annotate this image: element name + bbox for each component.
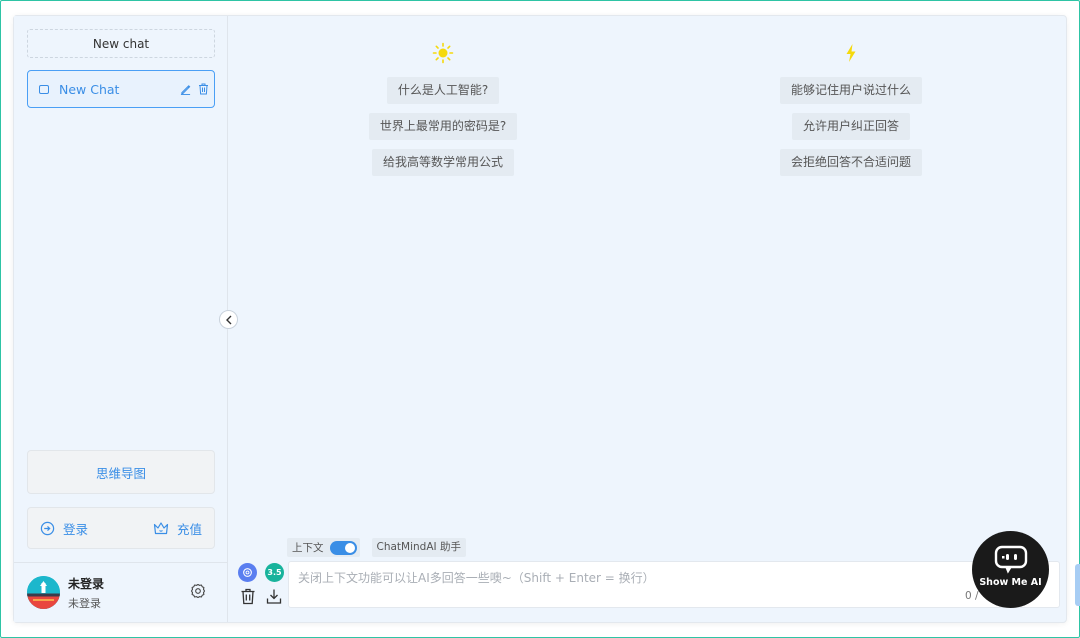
chat-icon [39,84,49,94]
show-me-ai-badge[interactable]: Show Me AI [972,531,1049,608]
login-label: 登录 [63,521,89,537]
sun-icon [432,42,454,64]
chat-main: 什么是人工智能? 世界上最常用的密码是? 给我高等数学常用公式 能够记住用户说过… [229,16,1080,622]
new-chat-button[interactable]: New chat [27,29,215,58]
context-toggle[interactable]: 上下文 [287,538,360,557]
crown-icon [153,522,169,535]
settings-gear-icon[interactable] [190,583,206,599]
suggestion-chip[interactable]: 世界上最常用的密码是? [368,113,518,140]
message-input-placeholder: 关闭上下文功能可以让AI多回答一些噢~（Shift + Enter = 换行） [298,571,655,585]
context-label: 上下文 [292,542,324,554]
chat-item-label: New Chat [59,81,120,97]
char-counter: 0 / [965,590,979,602]
recharge-label: 充值 [176,521,202,537]
gpt-model-icon[interactable] [238,563,257,582]
clear-chat-trash-icon[interactable] [240,588,256,605]
user-status: 未登录 [68,596,101,610]
chat-list-item[interactable]: New Chat [27,70,215,108]
suggestion-chip[interactable]: 能够记住用户说过什么 [779,77,922,104]
app-container: New chat New Chat 思维导图 登录 充值 未登录 未登录 什么是… [13,15,1080,623]
composer-tools: 3.5 [238,563,288,609]
avatar[interactable] [27,576,60,609]
user-name: 未登录 [68,576,105,591]
composer-options: 上下文 ChatMindAI 助手 [287,538,466,557]
download-icon[interactable] [266,588,282,605]
delete-icon[interactable] [196,82,210,96]
sidebar: New chat New Chat 思维导图 登录 充值 未登录 未登录 [14,16,228,622]
suggestions-right: 能够记住用户说过什么 允许用户纠正回答 会拒绝回答不合适问题 [741,42,961,185]
message-input[interactable]: 关闭上下文功能可以让AI多回答一些噢~（Shift + Enter = 换行） … [288,561,1080,608]
suggestion-chip[interactable]: 会拒绝回答不合适问题 [779,149,922,176]
suggestion-chip[interactable]: 给我高等数学常用公式 [371,149,514,176]
user-panel: 未登录 未登录 [14,562,227,622]
model-version-badge[interactable]: 3.5 [265,563,284,582]
login-icon [40,521,55,535]
robot-icon [994,545,1027,574]
badge-label: Show Me AI [979,577,1042,588]
context-switch[interactable] [329,540,357,555]
edit-icon[interactable] [178,82,192,96]
suggestion-chip[interactable]: 什么是人工智能? [386,77,500,104]
assistant-selector[interactable]: ChatMindAI 助手 [371,538,466,557]
mind-map-button[interactable]: 思维导图 [27,450,215,494]
send-button[interactable] [1075,564,1080,606]
account-actions: 登录 充值 [27,507,215,549]
suggestion-chip[interactable]: 允许用户纠正回答 [791,113,910,140]
suggestions-left: 什么是人工智能? 世界上最常用的密码是? 给我高等数学常用公式 [333,42,553,185]
login-button[interactable]: 登录 [40,519,88,538]
recharge-button[interactable]: 充值 [153,519,202,538]
lightning-icon [846,44,856,62]
